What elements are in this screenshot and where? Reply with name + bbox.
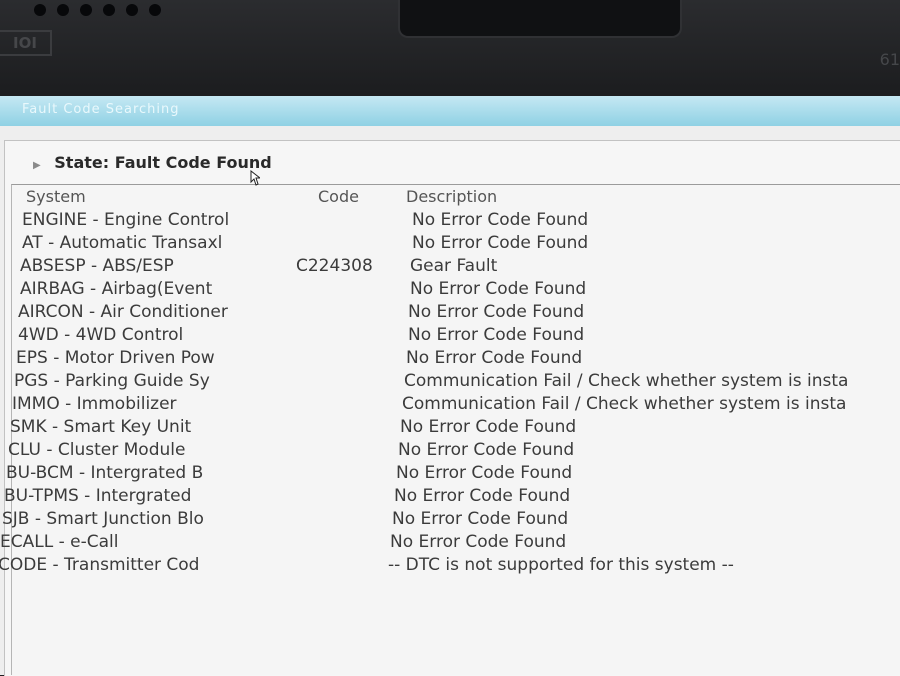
device-logo: IOI: [0, 30, 52, 56]
description-cell: No Error Code Found: [400, 417, 577, 437]
system-cell: ENGINE - Engine Control: [22, 210, 230, 230]
table-row[interactable]: ECALL - e-Call No Error Code Found: [0, 532, 900, 555]
state-label: State:: [54, 153, 110, 172]
system-cell: AIRBAG - Airbag(Event: [20, 279, 213, 299]
description-cell: No Error Code Found: [392, 509, 569, 529]
bezel-dots: [34, 4, 161, 16]
system-cell: IMMO - Immobilizer: [12, 394, 177, 414]
description-cell: No Error Code Found: [412, 210, 589, 230]
system-cell: ABSESP - ABS/ESP: [20, 256, 174, 276]
table-row[interactable]: SJB - Smart Junction Blo No Error Code Fo…: [2, 509, 900, 532]
state-arrow-icon: ▶: [33, 160, 41, 171]
table-row[interactable]: PGS - Parking Guide Sy Communication Fail…: [14, 371, 900, 394]
description-cell: No Error Code Found: [394, 486, 571, 506]
description-cell: No Error Code Found: [390, 532, 567, 552]
bezel-dot: [149, 4, 161, 16]
table-row[interactable]: CLU - Cluster Module No Error Code Found: [8, 440, 900, 463]
description-cell: No Error Code Found: [410, 279, 587, 299]
device-corner-number: 61: [879, 50, 900, 69]
description-cell: No Error Code Found: [396, 463, 573, 483]
table-row[interactable]: ENGINE - Engine Control No Error Code Fou…: [22, 210, 900, 233]
table-row[interactable]: ABSESP - ABS/ESP C224308 Gear Fault: [20, 256, 900, 279]
bezel-dot: [34, 4, 46, 16]
system-cell: PGS - Parking Guide Sy: [14, 371, 210, 391]
table-row[interactable]: EPS - Motor Driven Pow No Error Code Foun…: [16, 348, 900, 371]
table-row[interactable]: BU-TPMS - Intergrated No Error Code Found: [4, 486, 900, 509]
system-cell: AIRCON - Air Conditioner: [18, 302, 228, 322]
table-header: System Code Description: [12, 187, 900, 210]
state-value: Fault Code Found: [114, 153, 272, 172]
table-row[interactable]: SMK - Smart Key Unit No Error Code Found: [10, 417, 900, 440]
bezel-dot: [80, 4, 92, 16]
bezel-dot: [126, 4, 138, 16]
window-title: Fault Code Searching: [22, 102, 180, 117]
fault-code-table: System Code Description ENGINE - Engine …: [0, 184, 900, 675]
description-cell: Communication Fail / Check whether syste…: [404, 371, 849, 391]
column-header-system: System: [26, 187, 86, 206]
system-cell: ECALL - e-Call: [0, 532, 119, 552]
description-cell: No Error Code Found: [398, 440, 575, 460]
description-cell: No Error Code Found: [408, 325, 585, 345]
system-cell: SMK - Smart Key Unit: [10, 417, 192, 437]
window-titlebar[interactable]: Fault Code Searching: [0, 96, 900, 126]
fault-code-panel: ▶ State: Fault Code Found System Code De…: [0, 140, 900, 676]
state-row: ▶ State: Fault Code Found: [33, 153, 272, 172]
table-row[interactable]: AIRCON - Air Conditioner No Error Code Fo…: [18, 302, 900, 325]
description-cell: No Error Code Found: [408, 302, 585, 322]
bezel-dot: [57, 4, 69, 16]
code-cell: C224308: [296, 256, 373, 276]
system-cell: AT - Automatic Transaxl: [22, 233, 223, 253]
app-screen: Fault Code Searching ▶ State: Fault Code…: [0, 96, 900, 676]
table-row[interactable]: BU-BCM - Intergrated B No Error Code Foun…: [6, 463, 900, 486]
description-cell: Communication Fail / Check whether syste…: [402, 394, 847, 414]
system-cell: 4WD - 4WD Control: [18, 325, 184, 345]
table-row[interactable]: 4WD - 4WD Control No Error Code Found: [18, 325, 900, 348]
device-slot: [398, 0, 682, 38]
bezel-dot: [103, 4, 115, 16]
column-header-description: Description: [406, 187, 498, 206]
description-cell: No Error Code Found: [406, 348, 583, 368]
system-cell: SJB - Smart Junction Blo: [2, 509, 204, 529]
system-cell: CLU - Cluster Module: [8, 440, 186, 460]
table-row[interactable]: AIRBAG - Airbag(Event No Error Code Found: [20, 279, 900, 302]
mouse-cursor-icon: [250, 170, 260, 186]
device-bezel: IOI 61: [0, 0, 900, 100]
table-row[interactable]: AT - Automatic Transaxl No Error Code Fou…: [22, 233, 900, 256]
system-cell: BU-BCM - Intergrated B: [6, 463, 204, 483]
table-row[interactable]: CODE - Transmitter Cod -- DTC is not supp…: [0, 555, 898, 578]
description-cell: No Error Code Found: [412, 233, 589, 253]
description-cell: Gear Fault: [410, 256, 498, 276]
system-cell: BU-TPMS - Intergrated: [4, 486, 192, 506]
system-cell: EPS - Motor Driven Pow: [16, 348, 215, 368]
system-cell: CODE - Transmitter Cod: [0, 555, 200, 575]
table-row[interactable]: IMMO - Immobilizer Communication Fail / C…: [12, 394, 900, 417]
description-cell: -- DTC is not supported for this system …: [388, 555, 734, 575]
